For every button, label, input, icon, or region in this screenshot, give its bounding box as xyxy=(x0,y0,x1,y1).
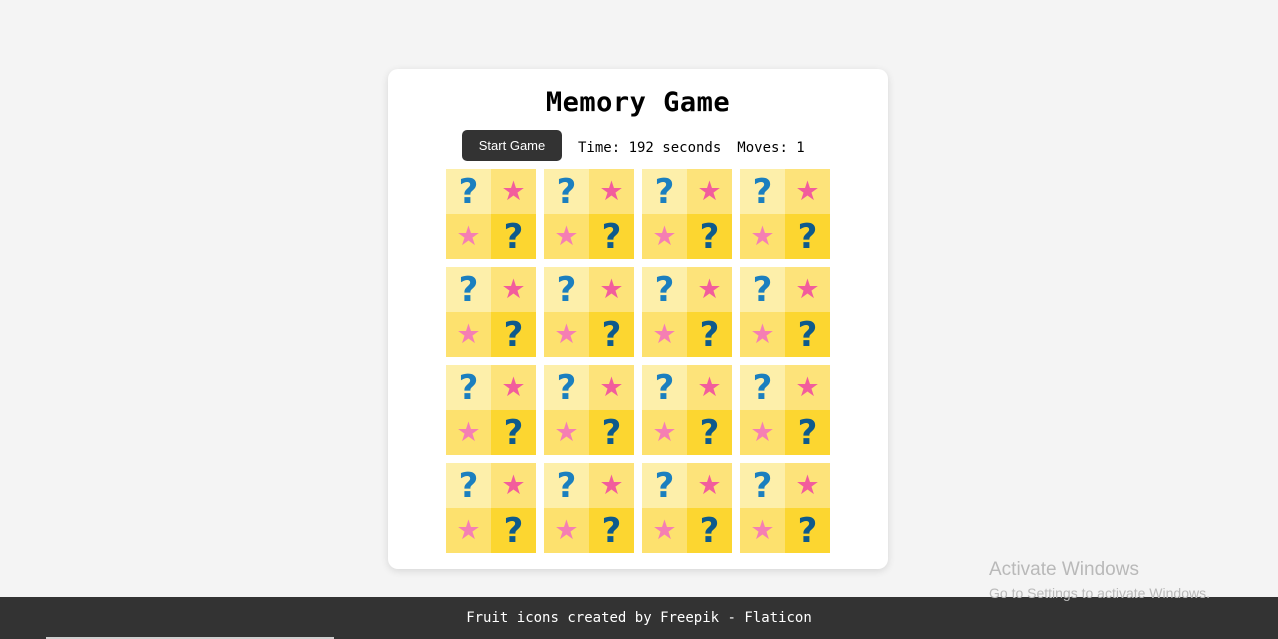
question-mark-icon: ? xyxy=(740,169,785,214)
question-mark-icon: ? xyxy=(491,214,536,259)
star-icon: ★ xyxy=(446,410,491,455)
question-mark-icon: ? xyxy=(544,267,589,312)
question-mark-icon: ? xyxy=(740,463,785,508)
question-mark-icon: ? xyxy=(544,463,589,508)
question-mark-icon: ? xyxy=(544,365,589,410)
question-mark-icon: ? xyxy=(785,410,830,455)
star-icon: ★ xyxy=(642,508,687,553)
star-icon: ★ xyxy=(491,169,536,214)
memory-card[interactable]: ? ★ ★? xyxy=(446,267,536,357)
question-mark-icon: ? xyxy=(446,267,491,312)
star-icon: ★ xyxy=(589,169,634,214)
star-icon: ★ xyxy=(642,312,687,357)
star-icon: ★ xyxy=(740,410,785,455)
star-icon: ★ xyxy=(785,463,830,508)
star-icon: ★ xyxy=(687,267,732,312)
memory-card[interactable]: ? ★ ★? xyxy=(642,169,732,259)
memory-card[interactable]: ? ★ ★? xyxy=(642,463,732,553)
star-icon: ★ xyxy=(544,410,589,455)
star-icon: ★ xyxy=(589,463,634,508)
question-mark-icon: ? xyxy=(544,169,589,214)
question-mark-icon: ? xyxy=(642,463,687,508)
question-mark-icon: ? xyxy=(740,267,785,312)
memory-card[interactable]: ? ★ ★? xyxy=(642,365,732,455)
question-mark-icon: ? xyxy=(589,508,634,553)
start-game-button[interactable]: Start Game xyxy=(462,130,562,161)
timer-display: Time: 192 seconds xyxy=(578,139,722,156)
star-icon: ★ xyxy=(589,267,634,312)
memory-card[interactable]: ? ★ ★? xyxy=(544,267,634,357)
star-icon: ★ xyxy=(687,169,732,214)
footer: Fruit icons created by Freepik - Flatico… xyxy=(0,597,1278,639)
question-mark-icon: ? xyxy=(687,214,732,259)
star-icon: ★ xyxy=(491,463,536,508)
memory-card[interactable]: ? ★ ★? xyxy=(544,365,634,455)
star-icon: ★ xyxy=(446,214,491,259)
footer-credit: Fruit icons created by Freepik - Flatico… xyxy=(466,610,812,626)
question-mark-icon: ? xyxy=(740,365,785,410)
star-icon: ★ xyxy=(740,508,785,553)
question-mark-icon: ? xyxy=(785,312,830,357)
star-icon: ★ xyxy=(491,267,536,312)
memory-card[interactable]: ? ★ ★? xyxy=(544,463,634,553)
watermark-subtitle: Go to Settings to activate Windows. xyxy=(989,585,1210,601)
question-mark-icon: ? xyxy=(687,410,732,455)
question-mark-icon: ? xyxy=(687,508,732,553)
question-mark-icon: ? xyxy=(642,169,687,214)
memory-card[interactable]: ? ★ ★? xyxy=(740,169,830,259)
game-container: Memory Game Start Game Time: 192 seconds… xyxy=(388,69,888,569)
page-title: Memory Game xyxy=(545,87,731,118)
memory-card[interactable]: ? ★ ★? xyxy=(740,365,830,455)
star-icon: ★ xyxy=(642,214,687,259)
star-icon: ★ xyxy=(544,508,589,553)
star-icon: ★ xyxy=(785,365,830,410)
memory-card[interactable]: ? ★ ★? xyxy=(740,267,830,357)
question-mark-icon: ? xyxy=(785,508,830,553)
star-icon: ★ xyxy=(544,312,589,357)
memory-card[interactable]: ? ★ ★? xyxy=(642,267,732,357)
memory-card[interactable]: ? ★ ★? xyxy=(446,365,536,455)
memory-card[interactable]: ? ★ ★? xyxy=(544,169,634,259)
star-icon: ★ xyxy=(785,267,830,312)
question-mark-icon: ? xyxy=(687,312,732,357)
question-mark-icon: ? xyxy=(589,410,634,455)
memory-card[interactable]: ? ★ ★? xyxy=(446,169,536,259)
star-icon: ★ xyxy=(544,214,589,259)
question-mark-icon: ? xyxy=(589,312,634,357)
moves-counter: Moves: 1 xyxy=(737,139,805,156)
memory-card[interactable]: ? ★ ★? xyxy=(740,463,830,553)
question-mark-icon: ? xyxy=(491,410,536,455)
star-icon: ★ xyxy=(740,214,785,259)
star-icon: ★ xyxy=(740,312,785,357)
star-icon: ★ xyxy=(446,312,491,357)
card-grid: ? ★ ★?? ★ ★?? ★ ★?? ★ ★?? ★ ★?? ★ ★?? ★ ★?? ★ ★?? ★ ★?? ★ ★?… xyxy=(446,169,830,553)
star-icon: ★ xyxy=(642,410,687,455)
question-mark-icon: ? xyxy=(446,169,491,214)
star-icon: ★ xyxy=(446,508,491,553)
star-icon: ★ xyxy=(491,365,536,410)
windows-activation-watermark: Activate Windows Go to Settings to activ… xyxy=(989,559,1210,601)
question-mark-icon: ? xyxy=(446,365,491,410)
star-icon: ★ xyxy=(687,463,732,508)
game-controls: Start Game Time: 192 seconds Moves: 1 xyxy=(462,130,805,161)
watermark-title: Activate Windows xyxy=(989,559,1139,580)
question-mark-icon: ? xyxy=(589,214,634,259)
question-mark-icon: ? xyxy=(491,508,536,553)
question-mark-icon: ? xyxy=(642,365,687,410)
star-icon: ★ xyxy=(589,365,634,410)
question-mark-icon: ? xyxy=(642,267,687,312)
star-icon: ★ xyxy=(687,365,732,410)
star-icon: ★ xyxy=(785,169,830,214)
memory-card[interactable]: ? ★ ★? xyxy=(446,463,536,553)
question-mark-icon: ? xyxy=(785,214,830,259)
question-mark-icon: ? xyxy=(446,463,491,508)
question-mark-icon: ? xyxy=(491,312,536,357)
